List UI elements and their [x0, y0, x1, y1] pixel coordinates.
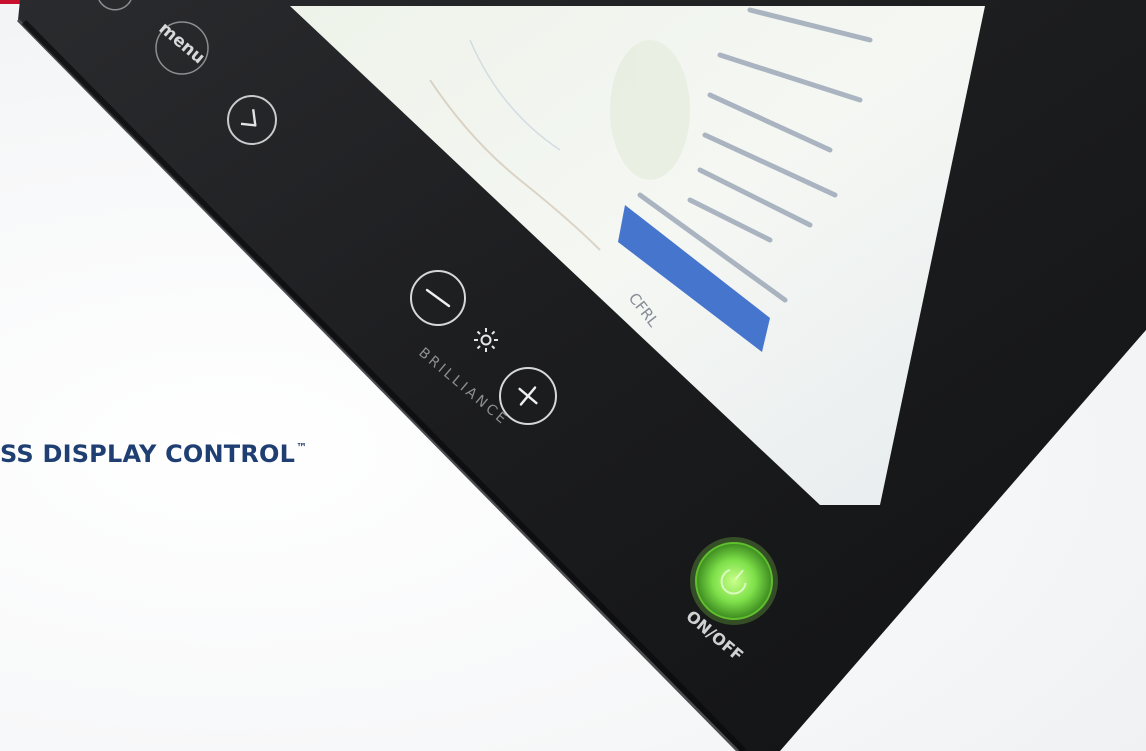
product-photo: CFRL menu BRILLIANCE ON/OFF SS DISPLAY C… — [0, 0, 1146, 751]
power-button[interactable] — [690, 537, 778, 625]
tagline-text: SS DISPLAY CONTROL — [0, 440, 296, 468]
trademark-symbol: ™ — [296, 441, 308, 454]
display-device: CFRL menu BRILLIANCE ON/OFF — [16, 0, 1146, 751]
product-tagline: SS DISPLAY CONTROL™ — [0, 440, 307, 468]
